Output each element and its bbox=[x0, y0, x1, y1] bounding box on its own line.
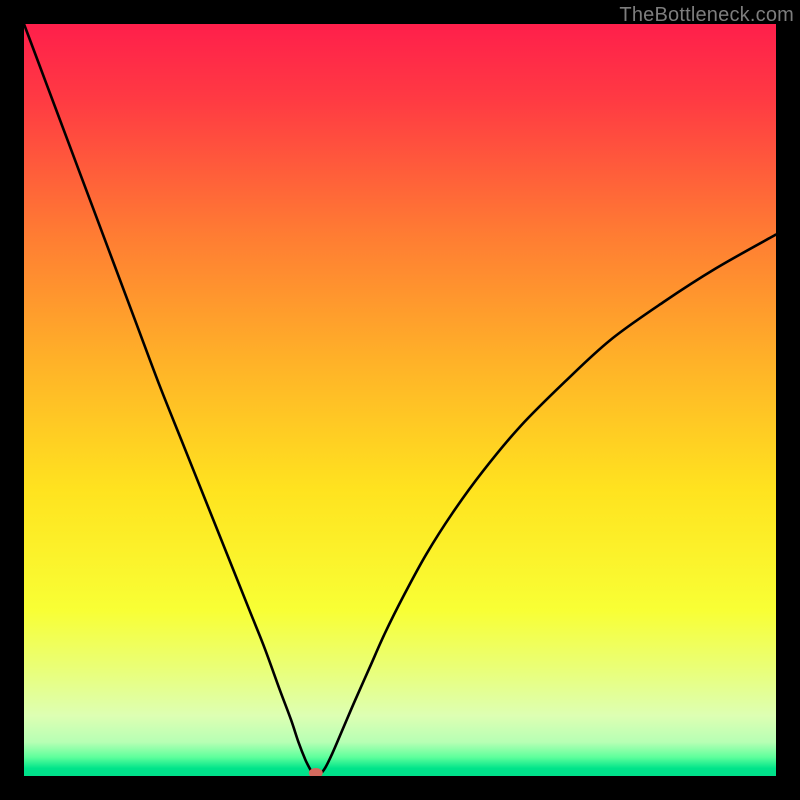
chart-frame: TheBottleneck.com bbox=[0, 0, 800, 800]
watermark-text: TheBottleneck.com bbox=[619, 4, 794, 27]
gradient-background bbox=[24, 24, 776, 776]
plot-area bbox=[24, 24, 776, 776]
chart-svg bbox=[24, 24, 776, 776]
